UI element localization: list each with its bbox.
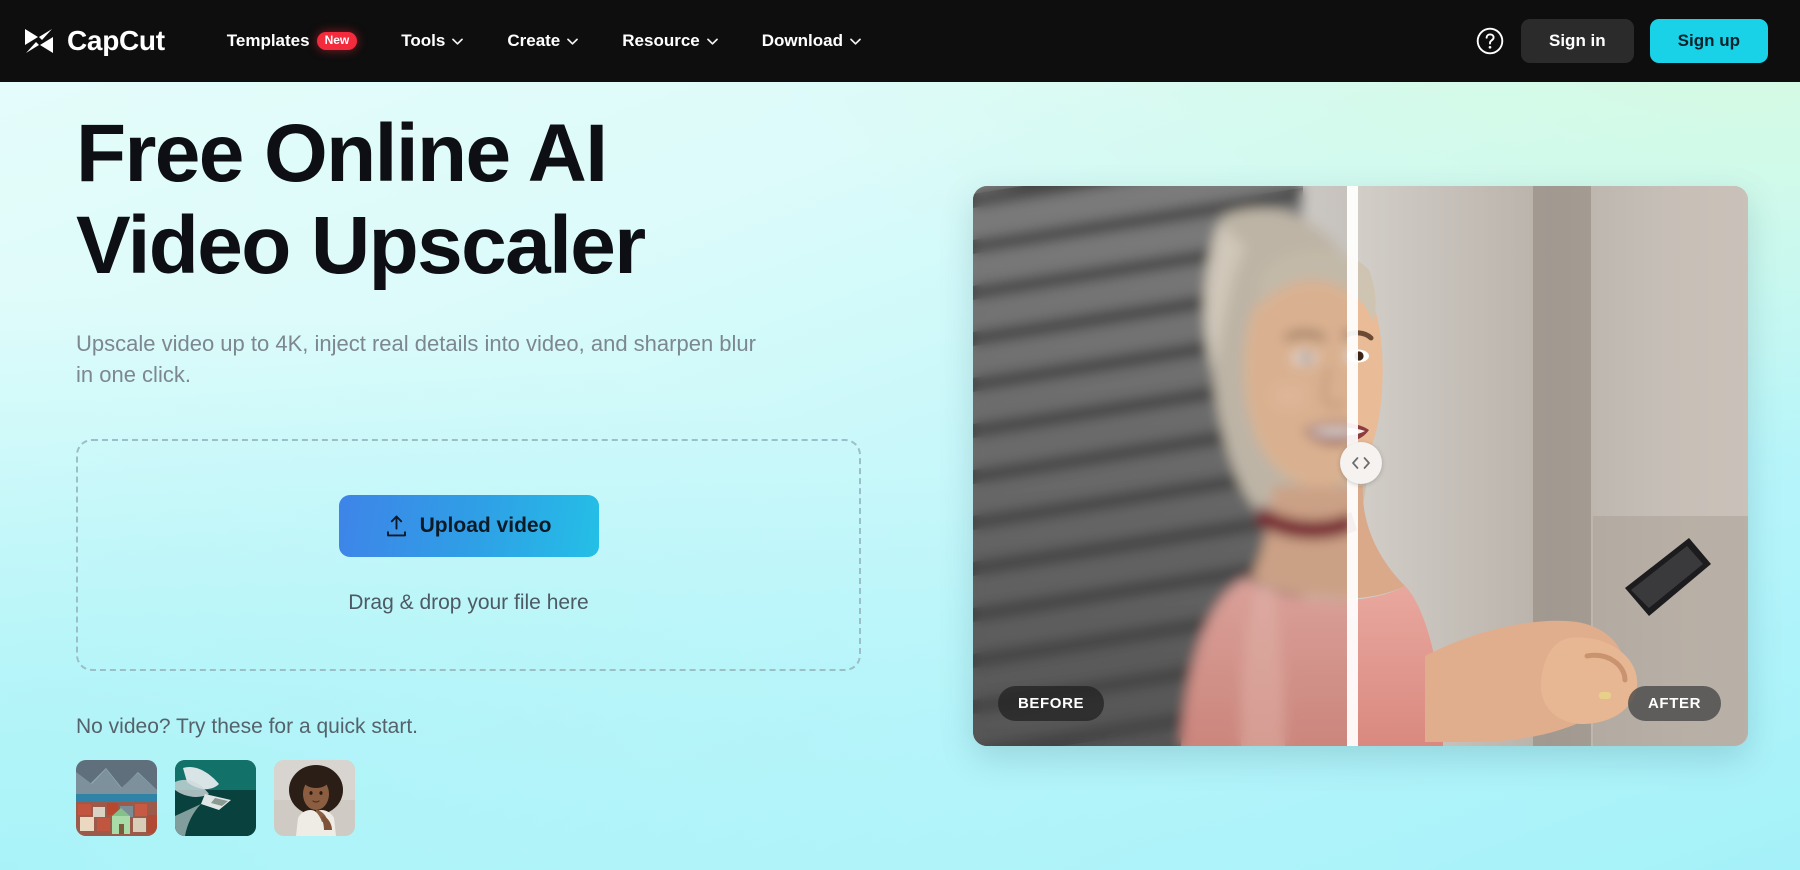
- aerial-boat-image: [175, 760, 256, 837]
- upload-video-label: Upload video: [419, 514, 552, 538]
- brand-name: CapCut: [67, 25, 165, 56]
- sign-in-button[interactable]: Sign in: [1521, 19, 1634, 63]
- page-title: Free Online AI Video Upscaler: [76, 108, 756, 292]
- nav-item-label: Templates: [226, 31, 310, 50]
- chevron-down-icon: [706, 38, 718, 45]
- sign-up-button[interactable]: Sign up: [1649, 19, 1768, 63]
- portrait-woman-thumbnail[interactable]: [274, 760, 355, 837]
- capcut-mark-icon: [25, 29, 53, 53]
- comparison-slider-handle[interactable]: [1340, 442, 1382, 484]
- hero-subtitle: Upscale video up to 4K, inject real deta…: [76, 330, 756, 387]
- nav-item-label: Download: [761, 31, 843, 50]
- sample-thumbnails: [76, 760, 876, 837]
- before-label: BEFORE: [998, 686, 1105, 721]
- hero-right-column: BEFORE AFTER: [973, 82, 1748, 836]
- upload-video-button[interactable]: Upload video: [338, 495, 599, 558]
- after-label: AFTER: [1628, 686, 1721, 721]
- left-right-chevrons-icon: [1352, 457, 1370, 469]
- nav-item-tools[interactable]: Tools: [383, 21, 481, 61]
- nav-item-templates[interactable]: Templates New: [209, 21, 376, 61]
- nav-item-create[interactable]: Create: [489, 21, 596, 61]
- chevron-down-icon: [850, 38, 861, 45]
- navbar-actions: Sign in Sign up: [1475, 19, 1778, 63]
- top-navigation-bar: CapCut Templates New Tools Create Resour…: [0, 0, 1800, 82]
- hero-left-column: Free Online AI Video Upscaler Upscale vi…: [76, 82, 876, 837]
- upload-arrow-icon: [386, 515, 406, 537]
- drag-drop-hint: Drag & drop your file here: [348, 591, 589, 615]
- question-circle-icon[interactable]: [1475, 26, 1505, 56]
- nav-item-label: Tools: [401, 31, 446, 50]
- chevron-down-icon: [452, 38, 464, 45]
- nav-item-download[interactable]: Download: [744, 21, 879, 61]
- quick-start-label: No video? Try these for a quick start.: [76, 715, 418, 739]
- aerial-boat-thumbnail[interactable]: [175, 760, 256, 837]
- capcut-logo[interactable]: CapCut: [22, 25, 183, 57]
- coastal-village-image: [76, 760, 157, 837]
- headline-line-1: Free Online AI: [76, 108, 608, 199]
- chevron-down-icon: [567, 38, 579, 45]
- new-badge: New: [316, 31, 358, 51]
- hero-section: Free Online AI Video Upscaler Upscale vi…: [0, 82, 1800, 837]
- upload-dropzone[interactable]: Upload video Drag & drop your file here: [76, 439, 861, 672]
- nav-item-resource[interactable]: Resource: [604, 21, 735, 61]
- before-after-comparison[interactable]: BEFORE AFTER: [973, 186, 1748, 746]
- headline-line-2: Video Upscaler: [76, 199, 646, 291]
- nav-item-label: Create: [507, 31, 561, 50]
- nav-item-label: Resource: [622, 31, 700, 50]
- portrait-woman-image: [274, 760, 355, 837]
- main-nav-links: Templates New Tools Create Resource Down…: [209, 21, 879, 61]
- coastal-village-thumbnail[interactable]: [76, 760, 157, 837]
